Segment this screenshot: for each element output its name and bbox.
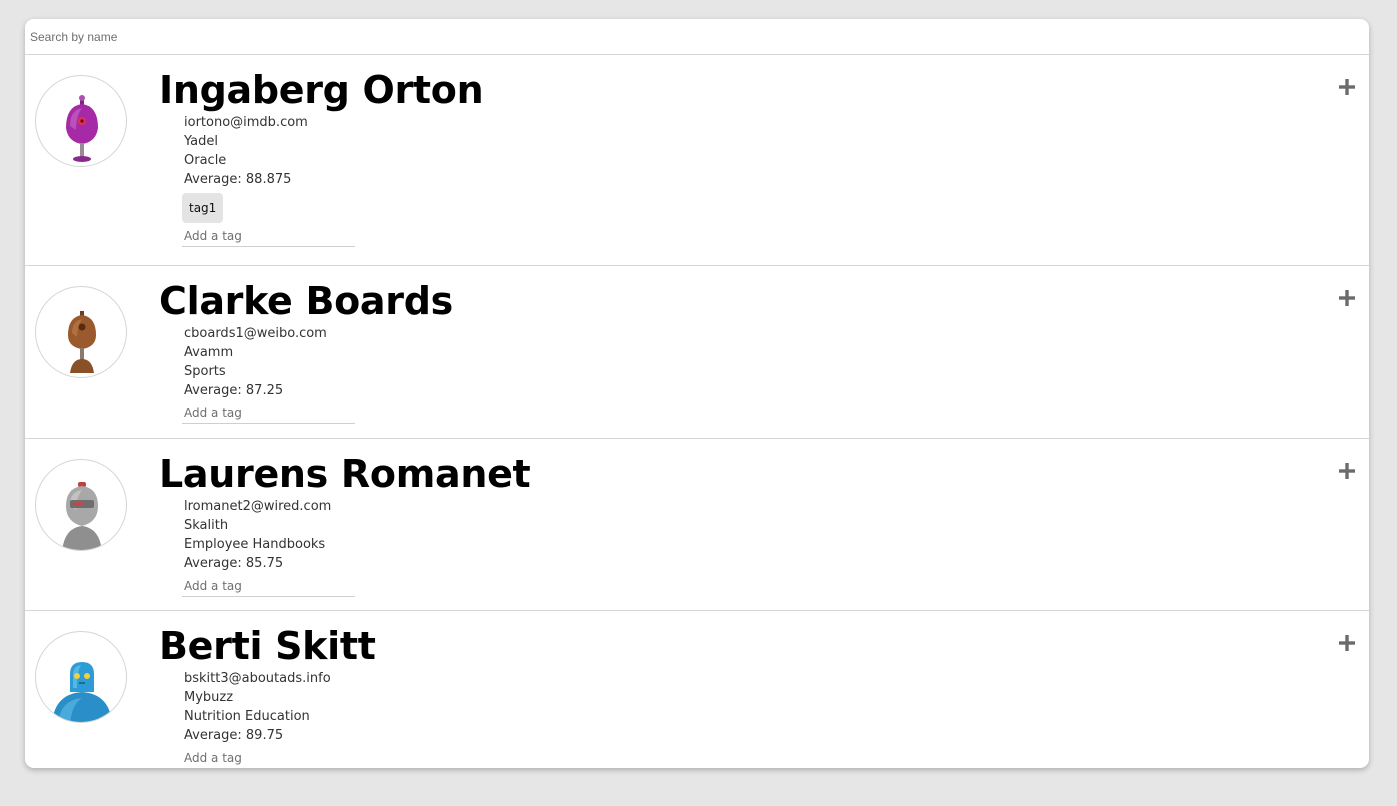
student-row: Laurens Romanet lromanet2@wired.com Skal… <box>25 439 1369 611</box>
add-tag-input[interactable] <box>182 747 355 768</box>
student-row: Berti Skitt bskitt3@aboutads.info Mybuzz… <box>25 611 1369 768</box>
expand-button[interactable] <box>1335 631 1359 655</box>
plus-icon <box>1339 463 1355 479</box>
plus-icon <box>1339 79 1355 95</box>
student-average: Average: 87.25 <box>184 383 284 398</box>
student-list-card: Ingaberg Orton iortono@imdb.com Yadel Or… <box>25 19 1369 768</box>
brown-robot-icon <box>68 311 96 373</box>
tag-list: tag1 <box>182 193 355 223</box>
expand-button[interactable] <box>1335 286 1359 310</box>
student-details: bskitt3@aboutads.info Mybuzz Nutrition E… <box>182 669 355 768</box>
avatar <box>35 75 127 167</box>
student-details: lromanet2@wired.com Skalith Employee Han… <box>182 497 355 597</box>
add-tag-input[interactable] <box>182 575 355 597</box>
student-skill: Employee Handbooks <box>184 537 326 552</box>
expand-button[interactable] <box>1335 459 1359 483</box>
student-row: Clarke Boards cboards1@weibo.com Avamm S… <box>25 266 1369 439</box>
add-tag-input[interactable] <box>182 225 355 247</box>
student-skill: Oracle <box>184 153 227 168</box>
student-skill: Sports <box>184 364 226 379</box>
avatar <box>35 286 127 378</box>
gray-robot-icon <box>62 482 102 550</box>
plus-icon <box>1339 290 1355 306</box>
avatar <box>35 459 127 551</box>
student-email: bskitt3@aboutads.info <box>184 671 331 686</box>
blue-robot-icon <box>52 662 112 722</box>
student-row: Ingaberg Orton iortono@imdb.com Yadel Or… <box>25 55 1369 266</box>
student-name: Berti Skitt <box>159 624 376 668</box>
student-average: Average: 89.75 <box>184 728 284 743</box>
purple-robot-icon <box>66 95 98 162</box>
student-company: Yadel <box>184 134 218 149</box>
student-name: Ingaberg Orton <box>159 68 484 112</box>
student-email: lromanet2@wired.com <box>184 499 332 514</box>
avatar <box>35 631 127 723</box>
tag-chip: tag1 <box>182 193 224 223</box>
student-company: Avamm <box>184 345 234 360</box>
student-email: iortono@imdb.com <box>184 115 308 130</box>
student-details: iortono@imdb.com Yadel Oracle Average: 8… <box>182 113 355 247</box>
student-email: cboards1@weibo.com <box>184 326 327 341</box>
student-average: Average: 85.75 <box>184 556 284 571</box>
student-average: Average: 88.875 <box>184 172 292 187</box>
search-input[interactable] <box>25 19 1369 55</box>
plus-icon <box>1339 635 1355 651</box>
student-name: Laurens Romanet <box>159 452 531 496</box>
student-name: Clarke Boards <box>159 279 453 323</box>
student-details: cboards1@weibo.com Avamm Sports Average:… <box>182 324 355 424</box>
student-company: Skalith <box>184 518 229 533</box>
student-skill: Nutrition Education <box>184 709 310 724</box>
student-company: Mybuzz <box>184 690 234 705</box>
expand-button[interactable] <box>1335 75 1359 99</box>
add-tag-input[interactable] <box>182 402 355 424</box>
